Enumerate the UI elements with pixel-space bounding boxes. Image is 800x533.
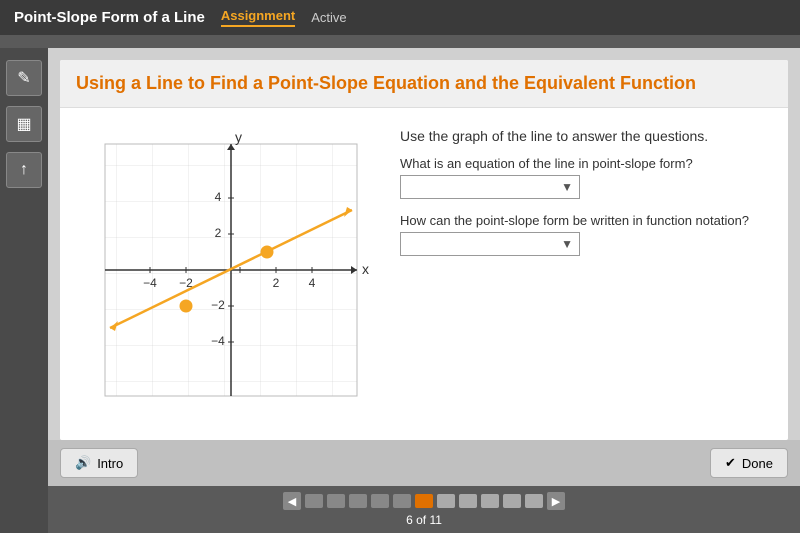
page-dot-8[interactable] (459, 494, 477, 508)
page-dot-4[interactable] (371, 494, 389, 508)
svg-text:4: 4 (215, 190, 222, 204)
question-1-label: What is an equation of the line in point… (400, 156, 778, 171)
bottom-bar: 🔊 Intro ✔ Done (48, 440, 800, 486)
svg-text:−2: −2 (211, 298, 225, 312)
graph-container: x y −4 −2 2 4 2 4 −2 −4 (70, 118, 380, 430)
svg-text:2: 2 (273, 276, 280, 290)
next-page-button[interactable]: ▶ (547, 492, 565, 510)
question-2-label: How can the point-slope form be written … (400, 213, 778, 228)
page-dot-6[interactable] (415, 494, 433, 508)
content-card: Using a Line to Find a Point-Slope Equat… (60, 60, 788, 440)
pagination-dots: ◀ ▶ (283, 492, 565, 510)
left-toolbar: ✎ ▦ ↑ (0, 48, 48, 533)
up-arrow-icon: ↑ (20, 161, 28, 179)
prev-page-button[interactable]: ◀ (283, 492, 301, 510)
dropdown-1-arrow: ▼ (561, 180, 573, 194)
question-2-dropdown[interactable]: ▼ (400, 232, 580, 256)
intro-button[interactable]: 🔊 Intro (60, 448, 138, 478)
calculator-icon: ▦ (16, 114, 31, 134)
coordinate-graph: x y −4 −2 2 4 2 4 −2 −4 (80, 129, 370, 419)
point-2 (261, 246, 273, 258)
pagination-bar: ◀ ▶ 6 of 11 (48, 486, 800, 533)
instruction-text: Use the graph of the line to answer the … (400, 128, 778, 144)
dropdown-2-arrow: ▼ (561, 237, 573, 251)
card-body: x y −4 −2 2 4 2 4 −2 −4 (60, 108, 788, 440)
pencil-icon: ✎ (17, 68, 30, 88)
x-axis-label: x (362, 261, 369, 277)
volume-icon: 🔊 (75, 455, 91, 471)
upload-tool-button[interactable]: ↑ (6, 152, 42, 188)
page-dot-11[interactable] (525, 494, 543, 508)
checkmark-icon: ✔ (725, 455, 736, 471)
page-dot-7[interactable] (437, 494, 455, 508)
intro-label: Intro (97, 456, 123, 471)
page-dot-10[interactable] (503, 494, 521, 508)
page-dot-2[interactable] (327, 494, 345, 508)
done-button[interactable]: ✔ Done (710, 448, 788, 478)
tab-assignment[interactable]: Assignment (221, 8, 295, 27)
svg-text:−4: −4 (211, 334, 225, 348)
pencil-tool-button[interactable]: ✎ (6, 60, 42, 96)
page-dot-1[interactable] (305, 494, 323, 508)
questions-area: Use the graph of the line to answer the … (400, 118, 778, 430)
page-dot-9[interactable] (481, 494, 499, 508)
app-title: Point-Slope Form of a Line (14, 9, 205, 26)
svg-text:−4: −4 (143, 276, 157, 290)
point-1 (180, 300, 192, 312)
top-bar: Point-Slope Form of a Line Assignment Ac… (0, 0, 800, 35)
card-header: Using a Line to Find a Point-Slope Equat… (60, 60, 788, 108)
page-dot-5[interactable] (393, 494, 411, 508)
done-label: Done (742, 456, 773, 471)
y-axis-label: y (235, 129, 242, 145)
page-counter: 6 of 11 (406, 513, 442, 527)
main-content: Using a Line to Find a Point-Slope Equat… (48, 48, 800, 533)
calculator-tool-button[interactable]: ▦ (6, 106, 42, 142)
card-title: Using a Line to Find a Point-Slope Equat… (76, 72, 772, 95)
svg-text:4: 4 (309, 276, 316, 290)
svg-text:2: 2 (215, 226, 222, 240)
question-1-dropdown[interactable]: ▼ (400, 175, 580, 199)
page-dot-3[interactable] (349, 494, 367, 508)
tab-active[interactable]: Active (311, 10, 346, 25)
